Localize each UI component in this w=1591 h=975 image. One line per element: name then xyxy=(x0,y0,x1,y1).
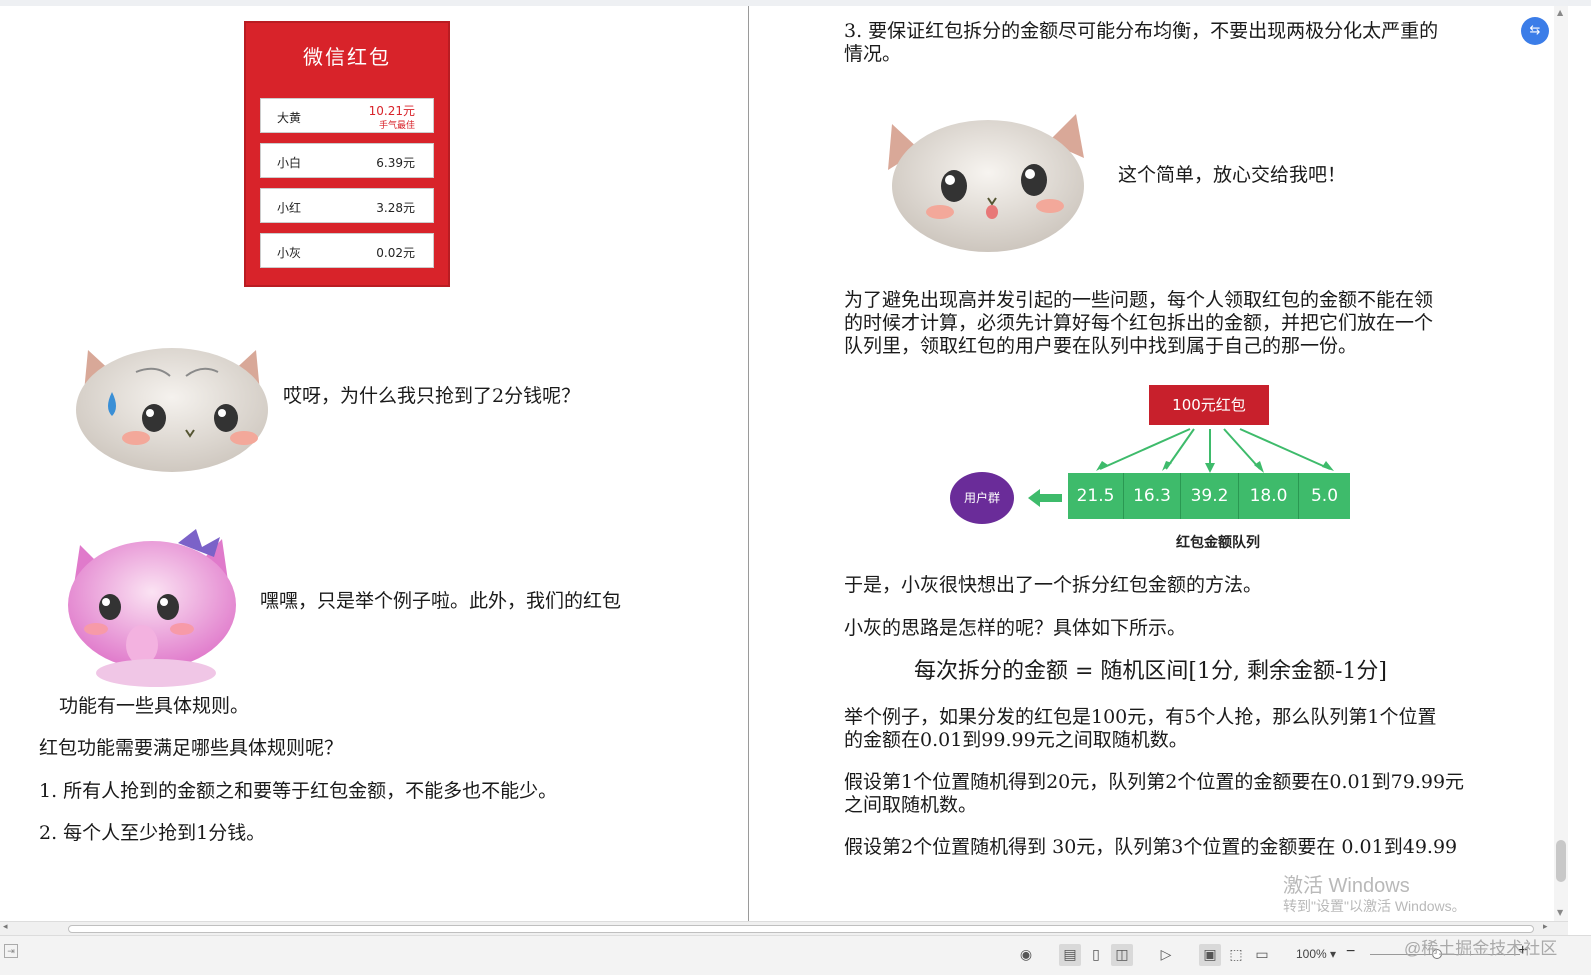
left-arrow-icon xyxy=(1028,489,1062,507)
envelope-row-name: 小红 xyxy=(277,201,302,215)
zoom-out-button[interactable]: − xyxy=(1346,943,1355,961)
fit-page-icon[interactable]: ▣ xyxy=(1199,944,1221,966)
diagram-arrows xyxy=(1096,428,1334,473)
page-view-icon[interactable]: ▤ xyxy=(1059,944,1081,966)
scroll-down-icon[interactable]: ▼ xyxy=(1557,908,1563,917)
paragraph-1-line-2: 的时候才计算，必须先计算好每个红包拆出的金额，并把它们放在一个 xyxy=(844,312,1434,334)
paragraph-1-line-3: 队列里，领取红包的用户要在队列中找到属于自己的那一份。 xyxy=(844,335,1358,357)
envelope-row: 小白 6.39元 xyxy=(260,143,434,178)
windows-activation-subtitle: 转到"设置"以激活 Windows。 xyxy=(1283,898,1466,914)
diagram-red-envelope-box: 100元红包 xyxy=(1149,385,1269,425)
rules-question: 红包功能需要满足哪些具体规则呢？ xyxy=(39,737,344,759)
horizontal-scroll-thumb[interactable] xyxy=(68,925,1534,933)
scroll-right-icon[interactable]: ▸ xyxy=(1543,922,1548,932)
windows-activation-title: 激活 Windows xyxy=(1283,875,1410,897)
queue-cell: 39.2 xyxy=(1181,473,1239,519)
grey-hamster-worried-image xyxy=(76,348,268,472)
queue-cell: 21.5 xyxy=(1068,473,1124,519)
rule-3-line-1: 3. 要保证红包拆分的金额尽可能分布均衡，不要出现两极分化太严重的 xyxy=(844,20,1439,42)
wechat-red-envelope: 微信红包 大黄 10.21元 手气最佳 小白 6.39元 小红 3.28元 小灰… xyxy=(244,21,450,287)
book-icon[interactable]: ▭ xyxy=(1251,944,1273,966)
horizontal-scrollbar[interactable]: ◂ ▸ xyxy=(0,921,1568,935)
rule-3-line-2: 情况。 xyxy=(844,43,902,65)
single-page-icon[interactable]: ▯ xyxy=(1085,944,1107,966)
paragraph-4-line-2: 的金额在0.01到99.99元之间取随机数。 xyxy=(844,729,1188,751)
status-bar: ⇥ ◉ ▤ ▯ ◫ ▷ ▣ ⬚ ▭ 100% ▾ − + @稀土掘金技术社区 xyxy=(0,935,1591,975)
dialog-easy: 这个简单，放心交给我吧！ xyxy=(1118,164,1347,186)
envelope-row: 小红 3.28元 xyxy=(260,188,434,223)
paragraph-1-line-1: 为了避免出现高并发引起的一些问题，每个人领取红包的金额不能在领 xyxy=(844,289,1434,311)
envelope-row-amount: 10.21元 xyxy=(368,104,415,118)
diagram-caption: 红包金额队列 xyxy=(1176,535,1260,551)
scroll-up-icon[interactable]: ▲ xyxy=(1557,8,1563,17)
sidebar-toggle-icon[interactable]: ⇥ xyxy=(4,944,18,958)
diagram-amount-queue: 21.5 16.3 39.2 18.0 5.0 xyxy=(1068,473,1350,519)
envelope-row-amount: 0.02元 xyxy=(376,246,415,260)
envelope-row-name: 小白 xyxy=(277,156,302,170)
dialog-why-only-2-fen: 哎呀，为什么我只抢到了2分钱呢？ xyxy=(283,385,581,407)
paragraph-4-line-1: 举个例子，如果分发的红包是100元，有5个人抢，那么队列第1个位置 xyxy=(844,706,1437,728)
envelope-row: 小灰 0.02元 xyxy=(260,233,434,268)
envelope-row: 大黄 10.21元 手气最佳 xyxy=(260,98,434,133)
zoom-value: 100% xyxy=(1296,947,1327,961)
fit-width-icon[interactable]: ⬚ xyxy=(1225,944,1247,966)
play-icon[interactable]: ▷ xyxy=(1155,944,1177,966)
envelope-row-note: 手气最佳 xyxy=(378,121,415,131)
rule-2: 2. 每个人至少抢到1分钱。 xyxy=(39,822,266,844)
envelope-row-amount: 6.39元 xyxy=(376,156,415,170)
paragraph-3: 小灰的思路是怎样的呢？具体如下所示。 xyxy=(844,617,1187,639)
pink-hamster-image xyxy=(68,529,236,687)
split-formula: 每次拆分的金额 = 随机区间[1分, 剩余金额-1分] xyxy=(914,659,1388,684)
diagram-users-circle: 用户群 xyxy=(950,472,1014,524)
paragraph-2: 于是，小灰很快想出了一个拆分红包金额的方法。 xyxy=(844,574,1263,596)
rule-1: 1. 所有人抢到的金额之和要等于红包金额，不能多也不能少。 xyxy=(39,780,558,802)
paragraph-5-line-1: 假设第1个位置随机得到20元，队列第2个位置的金额要在0.01到79.99元 xyxy=(844,771,1465,793)
paragraph-6: 假设第2个位置随机得到 30元，队列第3个位置的金额要在 0.01到49.99 xyxy=(844,836,1458,858)
envelope-row-name: 大黄 xyxy=(277,111,302,125)
queue-cell: 16.3 xyxy=(1124,473,1181,519)
envelope-title: 微信红包 xyxy=(303,45,391,69)
dialog-rules-intro: 嘿嘿，只是举个例子啦。此外，我们的红包 xyxy=(260,590,622,612)
queue-cell: 5.0 xyxy=(1310,486,1339,506)
vertical-scrollbar[interactable]: ▲ ▼ xyxy=(1554,6,1568,921)
envelope-row-name: 小灰 xyxy=(277,246,302,260)
paragraph-5-line-2: 之间取随机数。 xyxy=(844,794,978,816)
envelope-row-amount: 3.28元 xyxy=(376,201,415,215)
site-watermark: @稀土掘金技术社区 xyxy=(1404,939,1558,958)
dialog-rules-intro-cont: 功能有一些具体规则。 xyxy=(59,695,250,717)
two-page-icon[interactable]: ◫ xyxy=(1111,944,1133,966)
scroll-left-icon[interactable]: ◂ xyxy=(3,922,8,932)
vertical-scroll-thumb[interactable] xyxy=(1556,840,1566,882)
zoom-level-dropdown[interactable]: 100% ▾ xyxy=(1296,947,1336,961)
translate-float-button[interactable]: ⇆ xyxy=(1521,17,1549,45)
eye-icon[interactable]: ◉ xyxy=(1015,944,1037,966)
grey-hamster-happy-image xyxy=(888,114,1084,252)
queue-cell: 18.0 xyxy=(1239,473,1299,519)
